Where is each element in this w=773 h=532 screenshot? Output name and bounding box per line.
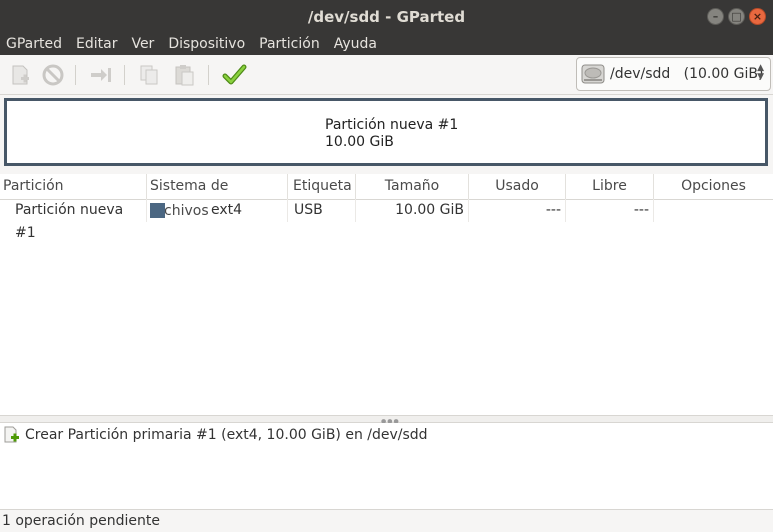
cell-size: 10.00 GiB: [356, 199, 469, 222]
window-title: /dev/sdd - GParted: [307, 7, 466, 26]
table-header: Partición Sistema de archivos Etiqueta T…: [0, 174, 773, 219]
partition-graphic-name: Partición nueva #1: [325, 117, 459, 133]
new-partition-icon: [4, 426, 19, 443]
toolbar-separator: [75, 65, 76, 85]
apply-button[interactable]: [222, 63, 248, 87]
resize-move-icon: [91, 68, 111, 82]
menu-bar: GParted Editar Ver Dispositivo Partición…: [0, 33, 773, 55]
cell-free: ---: [566, 199, 654, 222]
toolbar-separator: [208, 65, 209, 85]
menu-particion[interactable]: Partición: [252, 36, 327, 52]
header-flags[interactable]: Opciones: [654, 174, 773, 199]
paste-button[interactable]: [172, 63, 198, 87]
table-row[interactable]: Partición nueva #1 ext4 USB 10.00 GiB --…: [0, 199, 773, 241]
new-partition-icon: [12, 65, 29, 85]
status-text: 1 operación pendiente: [2, 513, 160, 529]
cell-flags: [654, 199, 773, 222]
device-selector[interactable]: /dev/sdd (10.00 GiB) ▲ ▼: [576, 57, 771, 91]
status-bar: 1 operación pendiente: [0, 509, 773, 532]
header-free[interactable]: Libre: [566, 174, 654, 199]
menu-ver[interactable]: Ver: [124, 36, 161, 52]
header-partition[interactable]: Partición: [0, 174, 147, 199]
cell-filesystem: ext4: [147, 199, 288, 222]
copy-button[interactable]: [137, 63, 163, 87]
pane-splitter[interactable]: ●●●: [0, 415, 773, 425]
menu-dispositivo[interactable]: Dispositivo: [161, 36, 252, 52]
close-button[interactable]: ×: [749, 8, 766, 25]
pending-operations-list: Crear Partición primaria #1 (ext4, 10.00…: [0, 423, 773, 509]
disk-graphic[interactable]: Partición nueva #1 10.00 GiB: [4, 98, 768, 166]
cell-filesystem-text: ext4: [211, 202, 243, 218]
window-controls: – □ ×: [707, 8, 766, 25]
cell-used: ---: [469, 199, 566, 222]
paste-icon: [175, 65, 194, 86]
menu-editar[interactable]: Editar: [69, 36, 124, 52]
new-partition-button[interactable]: [7, 63, 33, 87]
apply-checkmark-icon: [222, 64, 247, 85]
partition-table: Partición Sistema de archivos Etiqueta T…: [0, 174, 773, 415]
header-size[interactable]: Tamaño: [356, 174, 469, 199]
copy-icon: [140, 65, 158, 85]
title-bar: /dev/sdd - GParted – □ ×: [0, 0, 773, 33]
minimize-button[interactable]: –: [707, 8, 724, 25]
partition-graphic-size: 10.00 GiB: [325, 134, 394, 150]
delete-icon: [42, 64, 64, 86]
hard-disk-icon: [581, 64, 605, 84]
cell-partition: Partición nueva #1: [0, 199, 147, 241]
menu-gparted[interactable]: GParted: [0, 36, 69, 52]
menu-ayuda[interactable]: Ayuda: [327, 36, 384, 52]
header-used[interactable]: Usado: [469, 174, 566, 199]
maximize-button[interactable]: □: [728, 8, 745, 25]
header-label[interactable]: Etiqueta: [288, 174, 356, 199]
resize-move-button[interactable]: [88, 63, 114, 87]
chevron-up-down-icon: ▲ ▼: [757, 63, 764, 82]
filesystem-color-swatch: [150, 203, 165, 218]
header-filesystem[interactable]: Sistema de archivos: [147, 174, 288, 219]
list-item[interactable]: Crear Partición primaria #1 (ext4, 10.00…: [3, 426, 428, 443]
operation-text: Crear Partición primaria #1 (ext4, 10.00…: [25, 426, 428, 443]
device-label: /dev/sdd (10.00 GiB): [610, 66, 764, 82]
delete-button[interactable]: [40, 63, 66, 87]
cell-label: USB: [288, 199, 356, 222]
toolbar-separator: [124, 65, 125, 85]
